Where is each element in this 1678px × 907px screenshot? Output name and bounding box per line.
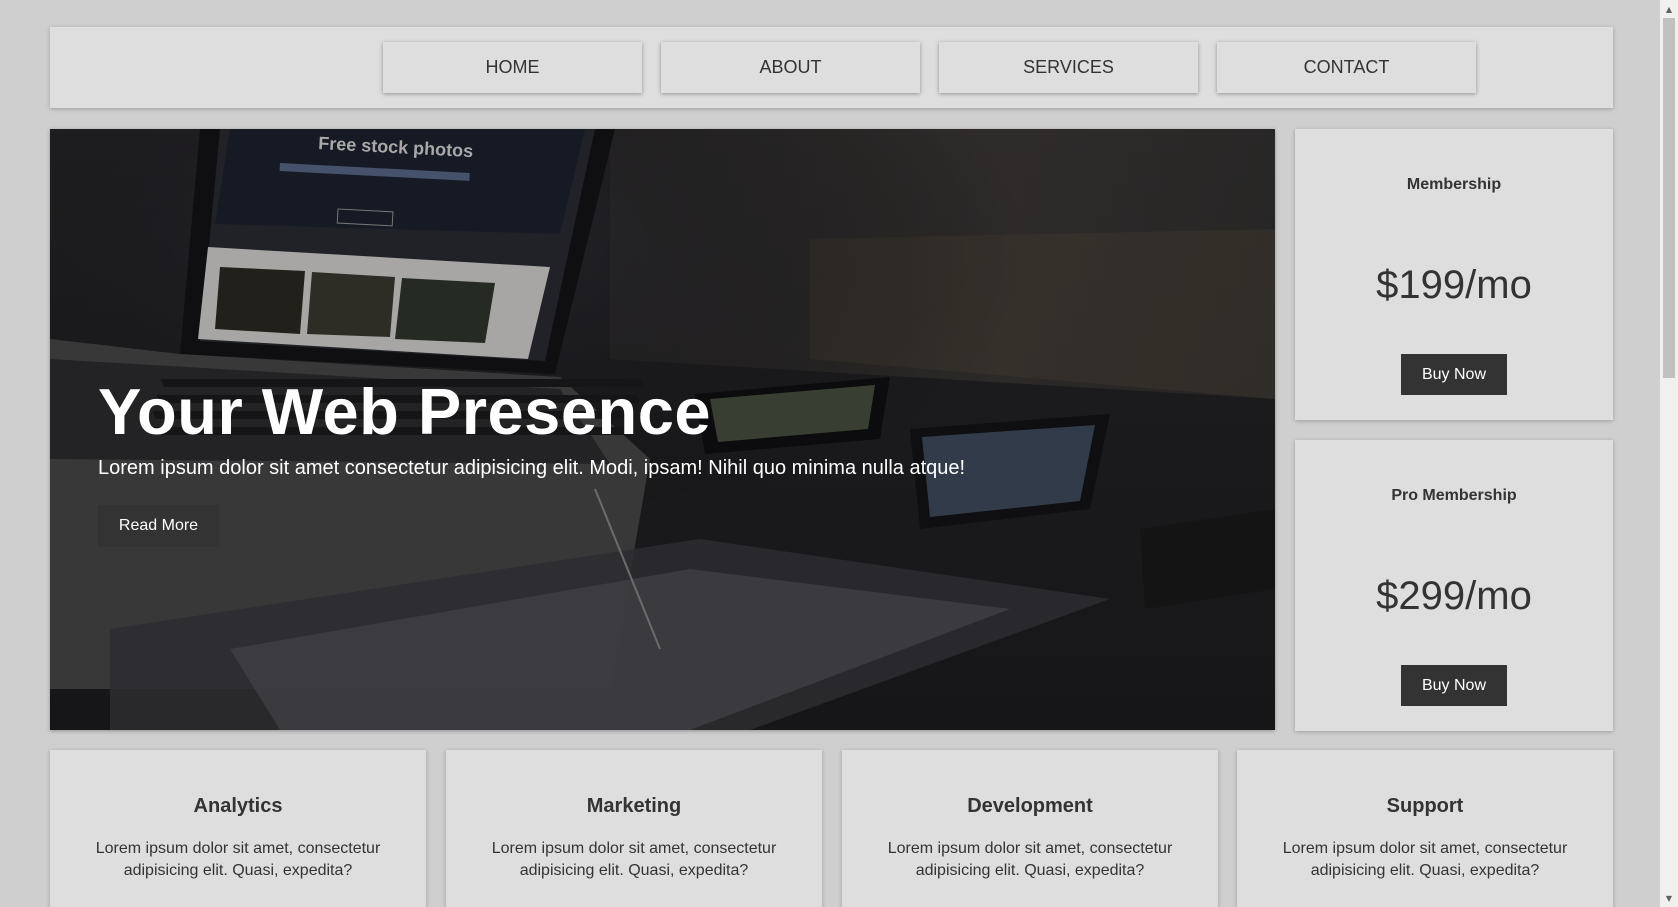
pro-membership-title: Pro Membership <box>1391 487 1517 504</box>
feature-card-development: Development Lorem ipsum dolor sit amet, … <box>842 750 1218 907</box>
scrollbar-thumb[interactable] <box>1663 18 1675 378</box>
navbar: HOME ABOUT SERVICES CONTACT <box>50 27 1613 108</box>
pro-membership-price: $299/mo <box>1376 574 1532 618</box>
hero-section: Free stock photos Your Web Presence Lore… <box>50 129 1275 730</box>
feature-text: Lorem ipsum dolor sit amet, consectetur … <box>1282 840 1568 879</box>
membership-buy-button[interactable]: Buy Now <box>1401 354 1507 395</box>
feature-text: Lorem ipsum dolor sit amet, consectetur … <box>95 840 381 879</box>
page: HOME ABOUT SERVICES CONTACT Free stock p… <box>0 0 1660 907</box>
feature-title: Development <box>967 795 1093 817</box>
pro-membership-buy-button[interactable]: Buy Now <box>1401 665 1507 706</box>
membership-title: Membership <box>1406 176 1502 193</box>
vertical-scrollbar[interactable]: ▲ ▼ <box>1660 0 1678 907</box>
feature-card-analytics: Analytics Lorem ipsum dolor sit amet, co… <box>50 750 426 907</box>
read-more-button[interactable]: Read More <box>98 505 219 547</box>
feature-title: Analytics <box>193 795 283 817</box>
triangle-up-icon[interactable]: ▲ <box>1660 0 1678 18</box>
nav-contact-button[interactable]: CONTACT <box>1217 42 1476 93</box>
triangle-down-icon[interactable]: ▼ <box>1660 889 1678 907</box>
feature-text: Lorem ipsum dolor sit amet, consectetur … <box>491 840 777 879</box>
membership-card: Membership $199/mo Buy Now <box>1295 129 1613 420</box>
feature-card-support: Support Lorem ipsum dolor sit amet, cons… <box>1237 750 1613 907</box>
hero-title: Your Web Presence <box>98 375 711 448</box>
nav-services-button[interactable]: SERVICES <box>939 42 1198 93</box>
membership-price: $199/mo <box>1376 263 1532 307</box>
feature-card-marketing: Marketing Lorem ipsum dolor sit amet, co… <box>446 750 822 907</box>
feature-title: Support <box>1386 795 1464 817</box>
pro-membership-card: Pro Membership $299/mo Buy Now <box>1295 440 1613 731</box>
feature-title: Marketing <box>586 795 682 817</box>
nav-home-button[interactable]: HOME <box>383 42 642 93</box>
hero-description: Lorem ipsum dolor sit amet consectetur a… <box>98 457 966 479</box>
feature-text: Lorem ipsum dolor sit amet, consectetur … <box>887 840 1173 879</box>
nav-about-button[interactable]: ABOUT <box>661 42 920 93</box>
